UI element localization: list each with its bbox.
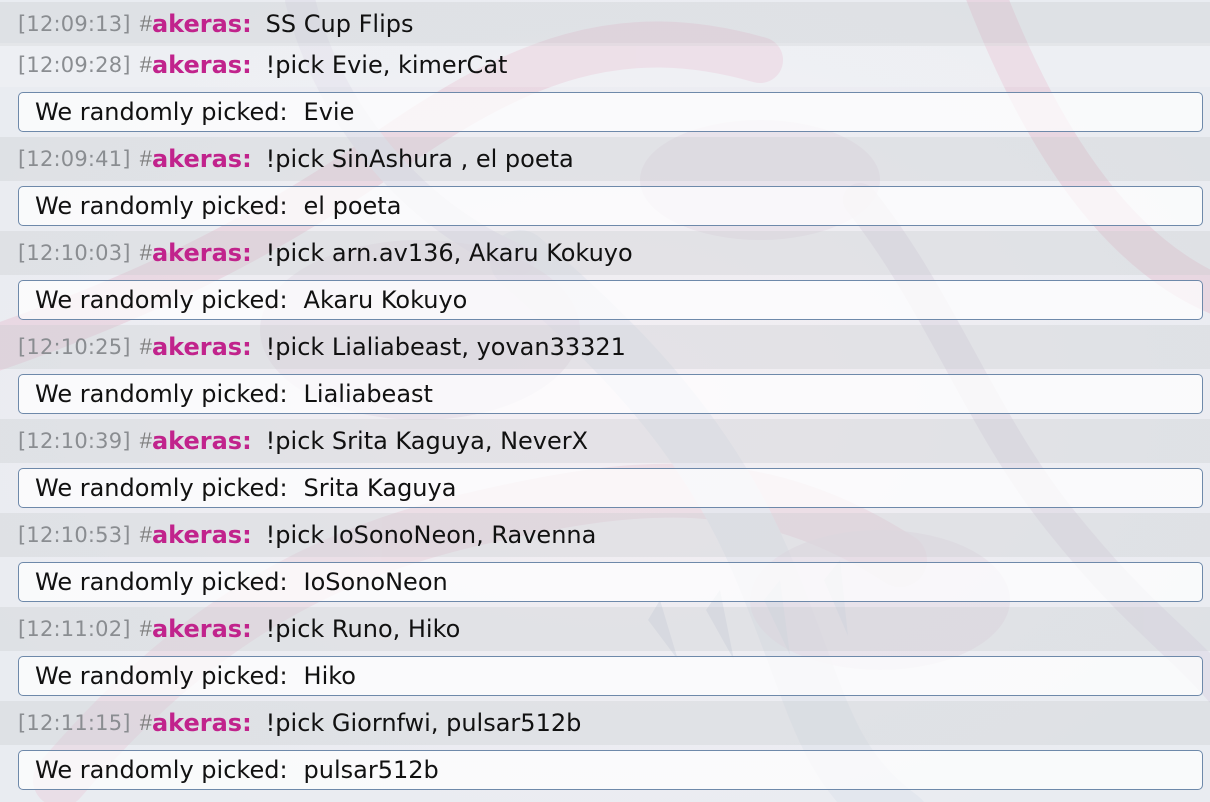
pick-result-box: We randomly picked: Akaru Kokuyo [18, 280, 1203, 320]
pick-result-box: We randomly picked: Hiko [18, 656, 1203, 696]
timestamp: [12:09:41] [18, 147, 131, 171]
timestamp: [12:10:53] [18, 523, 131, 547]
pick-result-name: Evie [303, 98, 355, 126]
pick-result-box: We randomly picked: Srita Kaguya [18, 468, 1203, 508]
username-colon: : [242, 615, 252, 643]
timestamp: [12:10:25] [18, 335, 131, 359]
username[interactable]: akeras [152, 51, 242, 79]
username[interactable]: akeras [152, 145, 242, 173]
room-hash: # [139, 240, 152, 265]
pick-result-prefix: We randomly picked: [35, 568, 288, 596]
username[interactable]: akeras [152, 709, 242, 737]
chat-message: [12:09:13] # akeras: SS Cup Flips [0, 2, 1210, 46]
username[interactable]: akeras [152, 427, 242, 455]
pick-result-prefix: We randomly picked: [35, 662, 288, 690]
chat-message: [12:09:41] # akeras: !pick SinAshura , e… [0, 137, 1210, 181]
pick-result-prefix: We randomly picked: [35, 98, 288, 126]
chat-message: [12:10:53] # akeras: !pick IoSonoNeon, R… [0, 513, 1210, 557]
room-hash: # [139, 52, 152, 77]
room-hash: # [139, 522, 152, 547]
username[interactable]: akeras [152, 10, 242, 38]
room-hash: # [139, 428, 152, 453]
pick-result-name: Lialiabeast [303, 380, 433, 408]
room-hash: # [139, 11, 152, 36]
pick-result-box: We randomly picked: Lialiabeast [18, 374, 1203, 414]
message-text: !pick Lialiabeast, yovan33321 [265, 333, 626, 361]
pick-result-name: Srita Kaguya [303, 474, 457, 502]
username[interactable]: akeras [152, 521, 242, 549]
timestamp: [12:09:13] [18, 12, 131, 36]
pick-result-box: We randomly picked: Evie [18, 92, 1203, 132]
pick-result-prefix: We randomly picked: [35, 380, 288, 408]
timestamp: [12:10:39] [18, 429, 131, 453]
message-text: SS Cup Flips [265, 10, 414, 38]
message-text: !pick Evie, kimerCat [265, 51, 508, 79]
username[interactable]: akeras [152, 239, 242, 267]
pick-result-prefix: We randomly picked: [35, 286, 288, 314]
chat-message: [12:10:25] # akeras: !pick Lialiabeast, … [0, 325, 1210, 369]
message-text: !pick Runo, Hiko [265, 615, 461, 643]
chat-message: [12:09:28] # akeras: !pick Evie, kimerCa… [0, 43, 1210, 87]
username-colon: : [242, 427, 252, 455]
pick-result-name: Hiko [303, 662, 356, 690]
message-text: !pick Srita Kaguya, NeverX [265, 427, 589, 455]
username-colon: : [242, 51, 252, 79]
pick-result-prefix: We randomly picked: [35, 192, 288, 220]
username-colon: : [242, 239, 252, 267]
chat-message: [12:11:15] # akeras: !pick Giornfwi, pul… [0, 701, 1210, 745]
username-colon: : [242, 333, 252, 361]
pick-result-name: IoSonoNeon [303, 568, 448, 596]
timestamp: [12:11:15] [18, 711, 131, 735]
username[interactable]: akeras [152, 333, 242, 361]
chat-message: [12:10:03] # akeras: !pick arn.av136, Ak… [0, 231, 1210, 275]
username-colon: : [242, 10, 252, 38]
room-hash: # [139, 146, 152, 171]
message-text: !pick SinAshura , el poeta [265, 145, 574, 173]
message-text: !pick Giornfwi, pulsar512b [265, 709, 582, 737]
pick-result-prefix: We randomly picked: [35, 474, 288, 502]
chat-message: [12:11:02] # akeras: !pick Runo, Hiko [0, 607, 1210, 651]
pick-result-name: pulsar512b [303, 756, 439, 784]
pick-result-name: el poeta [303, 192, 402, 220]
username[interactable]: akeras [152, 615, 242, 643]
username-colon: : [242, 521, 252, 549]
chat-message: [12:10:39] # akeras: !pick Srita Kaguya,… [0, 419, 1210, 463]
timestamp: [12:10:03] [18, 241, 131, 265]
pick-result-box: We randomly picked: el poeta [18, 186, 1203, 226]
pick-result-box: We randomly picked: IoSonoNeon [18, 562, 1203, 602]
pick-result-name: Akaru Kokuyo [303, 286, 468, 314]
room-hash: # [139, 616, 152, 641]
pick-result-box: We randomly picked: pulsar512b [18, 750, 1203, 790]
message-text: !pick arn.av136, Akaru Kokuyo [265, 239, 633, 267]
room-hash: # [139, 710, 152, 735]
pick-result-prefix: We randomly picked: [35, 756, 288, 784]
username-colon: : [242, 709, 252, 737]
timestamp: [12:09:28] [18, 53, 131, 77]
room-hash: # [139, 334, 152, 359]
timestamp: [12:11:02] [18, 617, 131, 641]
message-text: !pick IoSonoNeon, Ravenna [265, 521, 597, 549]
username-colon: : [242, 145, 252, 173]
